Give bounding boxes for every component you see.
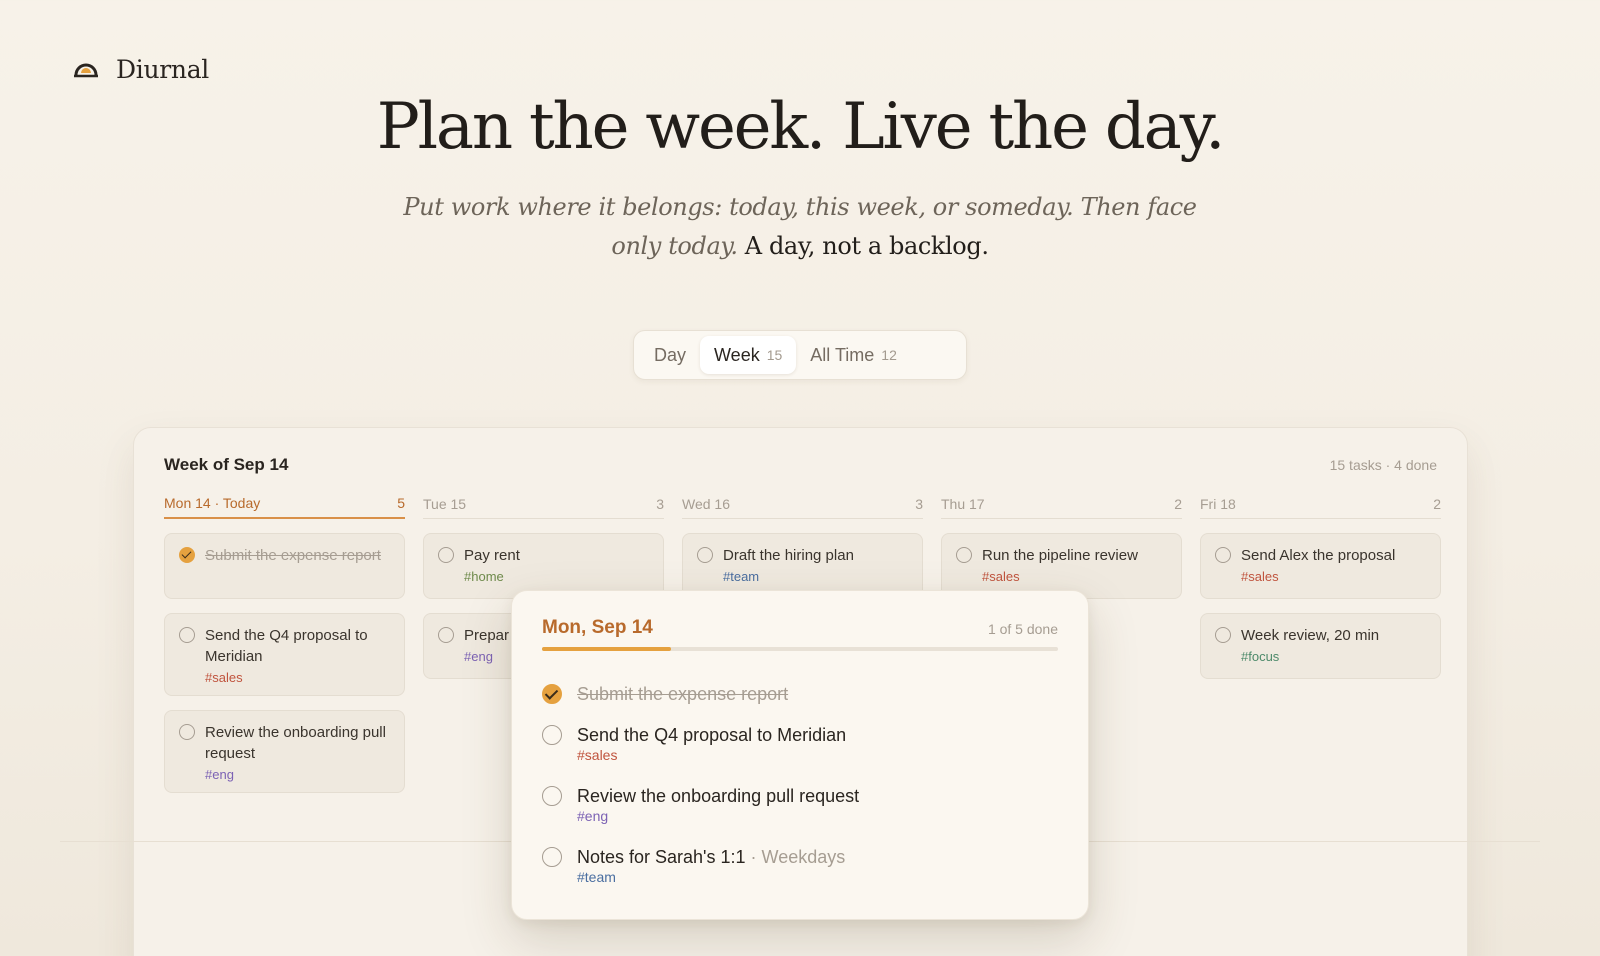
- popup-task-tag[interactable]: #team: [577, 869, 1058, 885]
- board-title: Week of Sep 14: [164, 455, 289, 474]
- tab-all-time-count: 12: [881, 347, 897, 363]
- day-column-header[interactable]: Mon 14 · Today 5: [164, 491, 405, 519]
- sunrise-logo-icon: [72, 61, 100, 79]
- popup-task[interactable]: Submit the expense report: [542, 683, 1058, 705]
- tab-week-count: 15: [766, 347, 783, 363]
- task-text: Draft the hiring plan: [723, 547, 854, 564]
- brand-name: Diurnal: [116, 55, 209, 84]
- view-switcher: Day Week 15 All Time 12: [633, 330, 967, 380]
- tab-day[interactable]: Day: [640, 336, 700, 374]
- day-column-thu: Thu 17 2 Run the pipeline review #sales: [941, 491, 1182, 599]
- circle-checkbox-icon[interactable]: [542, 725, 562, 745]
- board-stats: 15 tasks · 4 done: [1329, 457, 1437, 473]
- circle-checkbox-icon[interactable]: [697, 547, 713, 563]
- task-tag[interactable]: #sales: [982, 569, 1169, 584]
- task-tag[interactable]: #team: [723, 569, 910, 584]
- tab-week-label: Week: [714, 344, 760, 365]
- day-progress-bar: [542, 647, 1058, 651]
- day-column-count: 3: [656, 495, 664, 512]
- day-column-label: Mon 14 · Today: [164, 495, 261, 511]
- day-column-count: 3: [915, 495, 923, 512]
- popup-task-text-row: Notes for Sarah's 1:1 · Weekdays: [577, 846, 1058, 868]
- hero-title: Plan the week. Live the day.: [376, 90, 1226, 164]
- day-column-label: Wed 16: [682, 495, 730, 512]
- task-card[interactable]: Send Alex the proposal #sales: [1200, 533, 1441, 599]
- task-card[interactable]: Submit the expense report: [164, 533, 405, 599]
- task-card[interactable]: Review the onboarding pull request #eng: [164, 710, 405, 793]
- task-text: Send Alex the proposal: [1241, 547, 1396, 564]
- task-text: Week review, 20 min: [1241, 627, 1380, 644]
- day-column-count: 2: [1433, 495, 1441, 512]
- day-column-count: 5: [397, 495, 405, 511]
- hero-subtitle-plain: A day, not a backlog.: [744, 232, 989, 260]
- day-column-header[interactable]: Thu 17 2: [941, 491, 1182, 519]
- circle-checkbox-icon[interactable]: [956, 547, 972, 563]
- circle-checkbox-icon[interactable]: [542, 786, 562, 806]
- popup-task-text: Notes for Sarah's 1:1: [577, 847, 746, 867]
- task-tag[interactable]: #sales: [1241, 569, 1428, 584]
- popup-task-text: Submit the expense report: [577, 684, 789, 704]
- popup-task[interactable]: Review the onboarding pull request #eng: [542, 785, 1058, 824]
- hero-subtitle: Put work where it belongs: today, this w…: [380, 188, 1220, 266]
- popup-task-tag[interactable]: #eng: [577, 808, 1058, 824]
- day-column-header[interactable]: Tue 15 3: [423, 491, 664, 519]
- circle-checkbox-icon[interactable]: [438, 627, 454, 643]
- circle-checkbox-icon[interactable]: [179, 627, 195, 643]
- day-detail-popup: Mon, Sep 14 1 of 5 done Submit the expen…: [511, 590, 1089, 920]
- task-card[interactable]: Send the Q4 proposal to Meridian #sales: [164, 613, 405, 696]
- brand[interactable]: Diurnal: [72, 55, 209, 84]
- circle-checkbox-icon[interactable]: [179, 724, 195, 740]
- day-column-label: Thu 17: [941, 495, 985, 512]
- tab-all-time-label: All Time: [810, 344, 875, 365]
- task-text: Review the onboarding pull request: [205, 724, 386, 762]
- day-column-wed: Wed 16 3 Draft the hiring plan #team: [682, 491, 923, 599]
- popup-task[interactable]: Notes for Sarah's 1:1 · Weekdays #team: [542, 846, 1058, 885]
- circle-checkbox-icon[interactable]: [1215, 547, 1231, 563]
- day-column-header[interactable]: Fri 18 2: [1200, 491, 1441, 519]
- task-tag[interactable]: #home: [464, 569, 651, 584]
- day-column-label: Tue 15: [423, 495, 467, 512]
- day-column-fri: Fri 18 2 Send Alex the proposal #sales W…: [1200, 491, 1441, 679]
- task-text: Submit the expense report: [205, 547, 381, 564]
- task-card[interactable]: Week review, 20 min #focus: [1200, 613, 1441, 679]
- tab-week[interactable]: Week 15: [700, 336, 797, 374]
- circle-checkbox-icon[interactable]: [542, 847, 562, 867]
- tab-all-time[interactable]: All Time 12: [796, 336, 911, 374]
- popup-progress-text: 1 of 5 done: [987, 621, 1058, 637]
- day-progress-fill: [542, 647, 671, 651]
- task-text: Run the pipeline review: [982, 547, 1138, 564]
- popup-task-text: Review the onboarding pull request: [577, 786, 860, 806]
- day-column-count: 2: [1174, 495, 1182, 512]
- task-tag[interactable]: #sales: [205, 670, 392, 685]
- popup-task[interactable]: Send the Q4 proposal to Meridian #sales: [542, 724, 1058, 763]
- circle-checkbox-icon[interactable]: [1215, 627, 1231, 643]
- task-text: Pay rent: [464, 547, 520, 564]
- checked-circle-icon[interactable]: [542, 684, 562, 704]
- popup-title: Mon, Sep 14: [542, 617, 653, 638]
- checked-circle-icon[interactable]: [179, 547, 195, 563]
- day-column-header[interactable]: Wed 16 3: [682, 491, 923, 519]
- tab-day-label: Day: [654, 344, 687, 365]
- task-tag[interactable]: #eng: [205, 767, 392, 782]
- repeat-label: · Weekdays: [750, 847, 846, 867]
- day-column-mon: Mon 14 · Today 5 Submit the expense repo…: [164, 491, 405, 793]
- task-text: Send the Q4 proposal to Meridian: [205, 627, 368, 665]
- day-column-label: Fri 18: [1200, 495, 1236, 512]
- task-tag[interactable]: #focus: [1241, 649, 1428, 664]
- circle-checkbox-icon[interactable]: [438, 547, 454, 563]
- popup-task-tag[interactable]: #sales: [577, 747, 1058, 763]
- popup-task-text: Send the Q4 proposal to Meridian: [577, 725, 847, 745]
